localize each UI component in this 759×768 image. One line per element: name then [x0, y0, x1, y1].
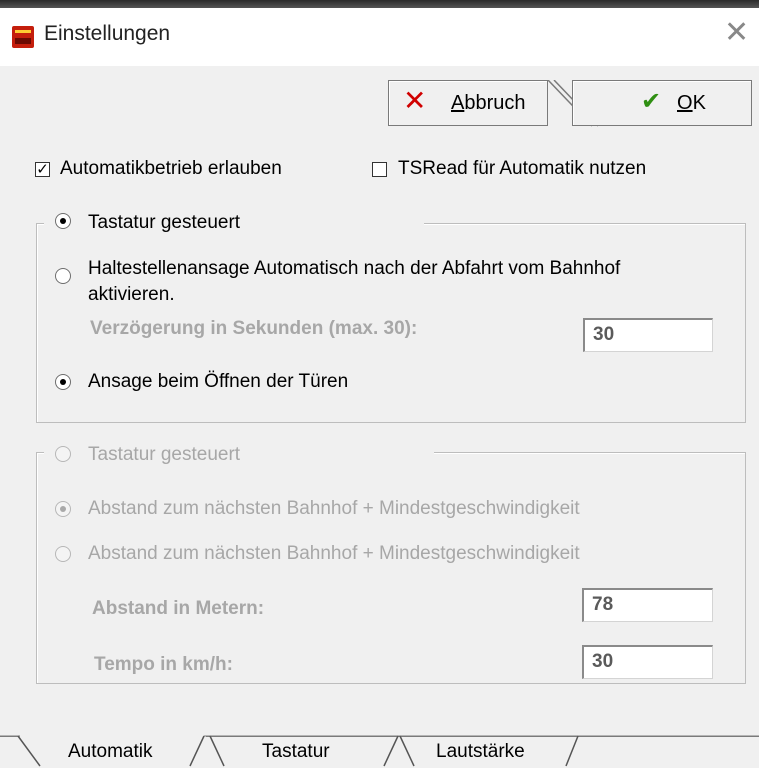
- radio-door-announce[interactable]: [55, 374, 71, 390]
- cancel-button[interactable]: ✕ Abbruch: [388, 80, 548, 126]
- cross-icon: ✕: [403, 84, 427, 117]
- ok-button[interactable]: ✔ OK: [572, 80, 752, 126]
- tab-automatik[interactable]: Automatik: [68, 741, 152, 763]
- speed-input[interactable]: 30: [582, 645, 713, 679]
- group2-legend: Tastatur gesteuert: [88, 444, 241, 465]
- app-icon: [12, 26, 34, 48]
- ok-button-label: OK: [677, 92, 706, 114]
- door-announce-label: Ansage beim Öffnen der Türen: [88, 371, 349, 392]
- window-title: Einstellungen: [44, 22, 171, 45]
- cancel-button-label: Abbruch: [451, 92, 526, 114]
- delay-label: Verzögerung in Sekunden (max. 30):: [90, 318, 418, 339]
- tab-lautstaerke[interactable]: Lautstärke: [436, 741, 525, 763]
- auto-allow-checkbox[interactable]: ✓: [35, 162, 50, 177]
- speed-label: Tempo in km/h:: [94, 654, 233, 675]
- auto-announce-label-line1: Haltestellenansage Automatisch nach der …: [88, 258, 621, 279]
- radio-distance-speed-1[interactable]: [55, 501, 71, 517]
- radio-distance-speed-2[interactable]: [55, 546, 71, 562]
- tsread-label: TSRead für Automatik nutzen: [398, 158, 647, 179]
- close-icon[interactable]: ✕: [724, 18, 749, 48]
- distance-input[interactable]: 78: [582, 588, 713, 622]
- title-bar: Einstellungen ✕: [0, 8, 759, 66]
- group1-legend: Tastatur gesteuert: [88, 212, 241, 233]
- checkmark-icon: ✔: [641, 87, 662, 115]
- radio-auto-announce[interactable]: [55, 268, 71, 284]
- distance-speed-1-label: Abstand zum nächsten Bahnhof + Mindestge…: [88, 498, 580, 519]
- distance-label: Abstand in Metern:: [92, 598, 265, 619]
- delay-input[interactable]: 30: [583, 318, 713, 352]
- radio-keyboard-1[interactable]: [55, 213, 71, 229]
- auto-announce-label-line2: aktivieren.: [88, 284, 175, 305]
- top-strip: [0, 0, 759, 8]
- distance-speed-2-label: Abstand zum nächsten Bahnhof + Mindestge…: [88, 543, 580, 564]
- tab-tastatur[interactable]: Tastatur: [262, 741, 330, 763]
- radio-keyboard-2[interactable]: [55, 446, 71, 462]
- tsread-checkbox[interactable]: [372, 162, 387, 177]
- auto-allow-label: Automatikbetrieb erlauben: [60, 158, 282, 179]
